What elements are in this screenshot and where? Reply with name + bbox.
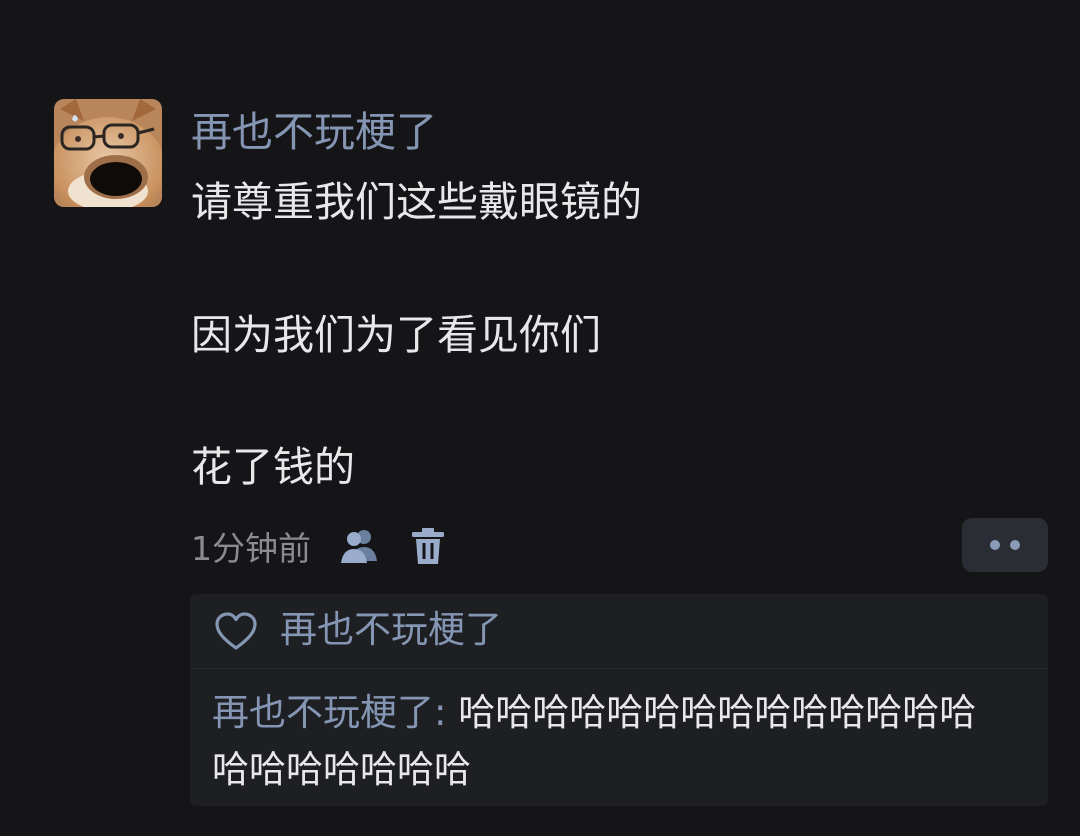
post-meta-row: 1分钟前: [191, 520, 449, 572]
user-avatar[interactable]: [54, 99, 162, 207]
post-username[interactable]: 再也不玩梗了: [191, 106, 437, 158]
users-icon[interactable]: [339, 525, 381, 567]
likes-and-replies-panel: 再也不玩梗了 再也不玩梗了: 哈哈哈哈哈哈哈哈哈哈哈哈哈哈哈哈哈哈哈哈哈: [190, 594, 1048, 806]
post-text-line: 因为我们为了看见你们: [191, 311, 601, 359]
post-text-line: 花了钱的: [191, 443, 355, 491]
more-dots-icon: [990, 540, 1020, 550]
shiba-dog-with-glasses-avatar: [54, 99, 162, 207]
post-text-line: 请尊重我们这些戴眼镜的: [191, 178, 642, 226]
reply-separator: :: [434, 691, 447, 734]
comment-screen: 再也不玩梗了 请尊重我们这些戴眼镜的 因为我们为了看见你们 花了钱的 1分钟前: [0, 0, 1080, 836]
trash-icon[interactable]: [407, 525, 449, 567]
reply-author[interactable]: 再也不玩梗了: [212, 691, 434, 734]
reply-item: 再也不玩梗了: 哈哈哈哈哈哈哈哈哈哈哈哈哈哈哈哈哈哈哈哈哈: [212, 684, 1012, 798]
heart-outline-icon[interactable]: [214, 612, 258, 652]
liker-name[interactable]: 再也不玩梗了: [280, 605, 502, 655]
more-options-button[interactable]: [962, 518, 1048, 572]
likes-row: 再也不玩梗了: [190, 594, 1048, 669]
post-timestamp: 1分钟前: [191, 529, 311, 568]
